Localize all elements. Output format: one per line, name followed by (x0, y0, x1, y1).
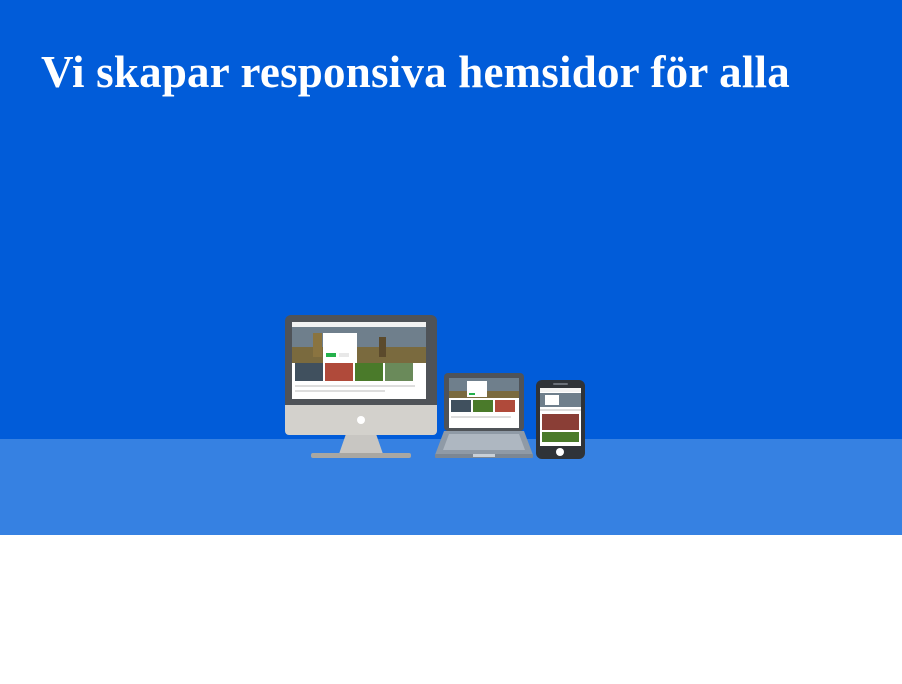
smartphone-icon (536, 380, 585, 459)
responsive-devices-illustration (283, 313, 588, 463)
hero-section: Vi skapar responsiva hemsidor för alla (0, 0, 902, 535)
laptop-icon (435, 373, 533, 458)
hero-title: Vi skapar responsiva hemsidor för alla (41, 47, 790, 97)
desktop-monitor-icon (285, 315, 437, 458)
content-area (0, 535, 902, 684)
